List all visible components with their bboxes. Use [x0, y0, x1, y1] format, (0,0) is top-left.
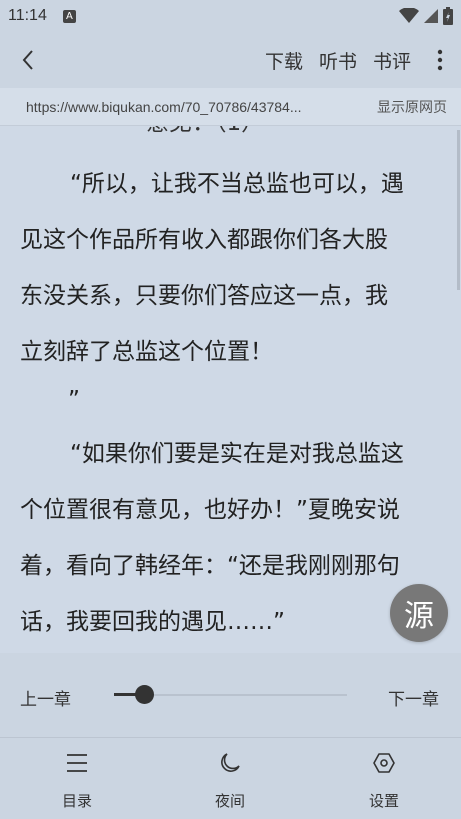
next-chapter-button[interactable]: 下一章: [388, 685, 439, 710]
show-original-button[interactable]: 显示原网页: [377, 97, 447, 117]
paragraph-line: 见这个作品所有收入都跟你们各大股: [20, 227, 388, 253]
listen-button[interactable]: 听书: [311, 47, 365, 74]
clipped-text-line: 意见：（1）: [146, 126, 461, 151]
scroll-indicator: [457, 130, 460, 290]
settings-hexagon-icon: [373, 753, 395, 773]
nav-item-catalog[interactable]: 目录: [32, 738, 122, 819]
nav-item-label: 目录: [61, 792, 92, 810]
prev-chapter-button[interactable]: 上一章: [20, 685, 71, 710]
signal-icon: [424, 9, 438, 23]
paragraph-line: “所以，让我不当总监也可以，遇: [70, 171, 404, 197]
bottom-nav: 目录 夜间 设置: [0, 737, 461, 819]
url-bar: https://www.biqukan.com/70_70786/43784..…: [0, 88, 461, 126]
status-bar: 11:14 A: [0, 0, 461, 32]
paragraph-line: ”: [68, 387, 80, 413]
toolbar-actions: 下载 听书 书评: [257, 32, 461, 88]
back-button[interactable]: [0, 32, 56, 88]
reader-content[interactable]: 意见：（1） “所以，让我不当总监也可以，遇 见这个作品所有收入都跟你们各大股 …: [0, 126, 461, 653]
reader-toolbar: 下载 听书 书评: [0, 32, 461, 88]
download-button[interactable]: 下载: [257, 47, 311, 74]
nav-item-label: 夜间: [214, 792, 245, 810]
review-button[interactable]: 书评: [365, 47, 419, 74]
wifi-icon: [399, 8, 419, 23]
menu-list-icon: [67, 754, 87, 772]
paragraph-line: 个位置很有意见，也好办！”夏晚安说: [20, 497, 400, 523]
status-time: 11:14: [8, 7, 47, 24]
paragraph-line: 东没关系，只要你们答应这一点，我: [20, 283, 388, 309]
battery-icon: [443, 7, 453, 25]
chapter-nav: 上一章 下一章: [0, 653, 461, 737]
source-button[interactable]: 源: [390, 584, 448, 642]
progress-slider-thumb[interactable]: [134, 685, 154, 704]
notification-badge: A: [62, 9, 76, 23]
nav-item-night-mode[interactable]: 夜间: [185, 738, 275, 819]
nav-item-label: 设置: [368, 792, 399, 810]
nav-item-settings[interactable]: 设置: [339, 738, 429, 819]
source-url[interactable]: https://www.biqukan.com/70_70786/43784..…: [26, 99, 338, 115]
paragraph-line: 着，看向了韩经年：“还是我刚刚那句: [20, 553, 400, 579]
status-icons: [399, 7, 453, 25]
chevron-left-icon: [22, 50, 33, 70]
paragraph-line: 话，我要回我的遇见……”: [20, 609, 285, 635]
moon-icon: [221, 753, 240, 772]
paragraph-line: “如果你们要是实在是对我总监这: [70, 441, 404, 467]
more-vertical-icon: [437, 49, 443, 71]
more-button[interactable]: [419, 32, 461, 88]
